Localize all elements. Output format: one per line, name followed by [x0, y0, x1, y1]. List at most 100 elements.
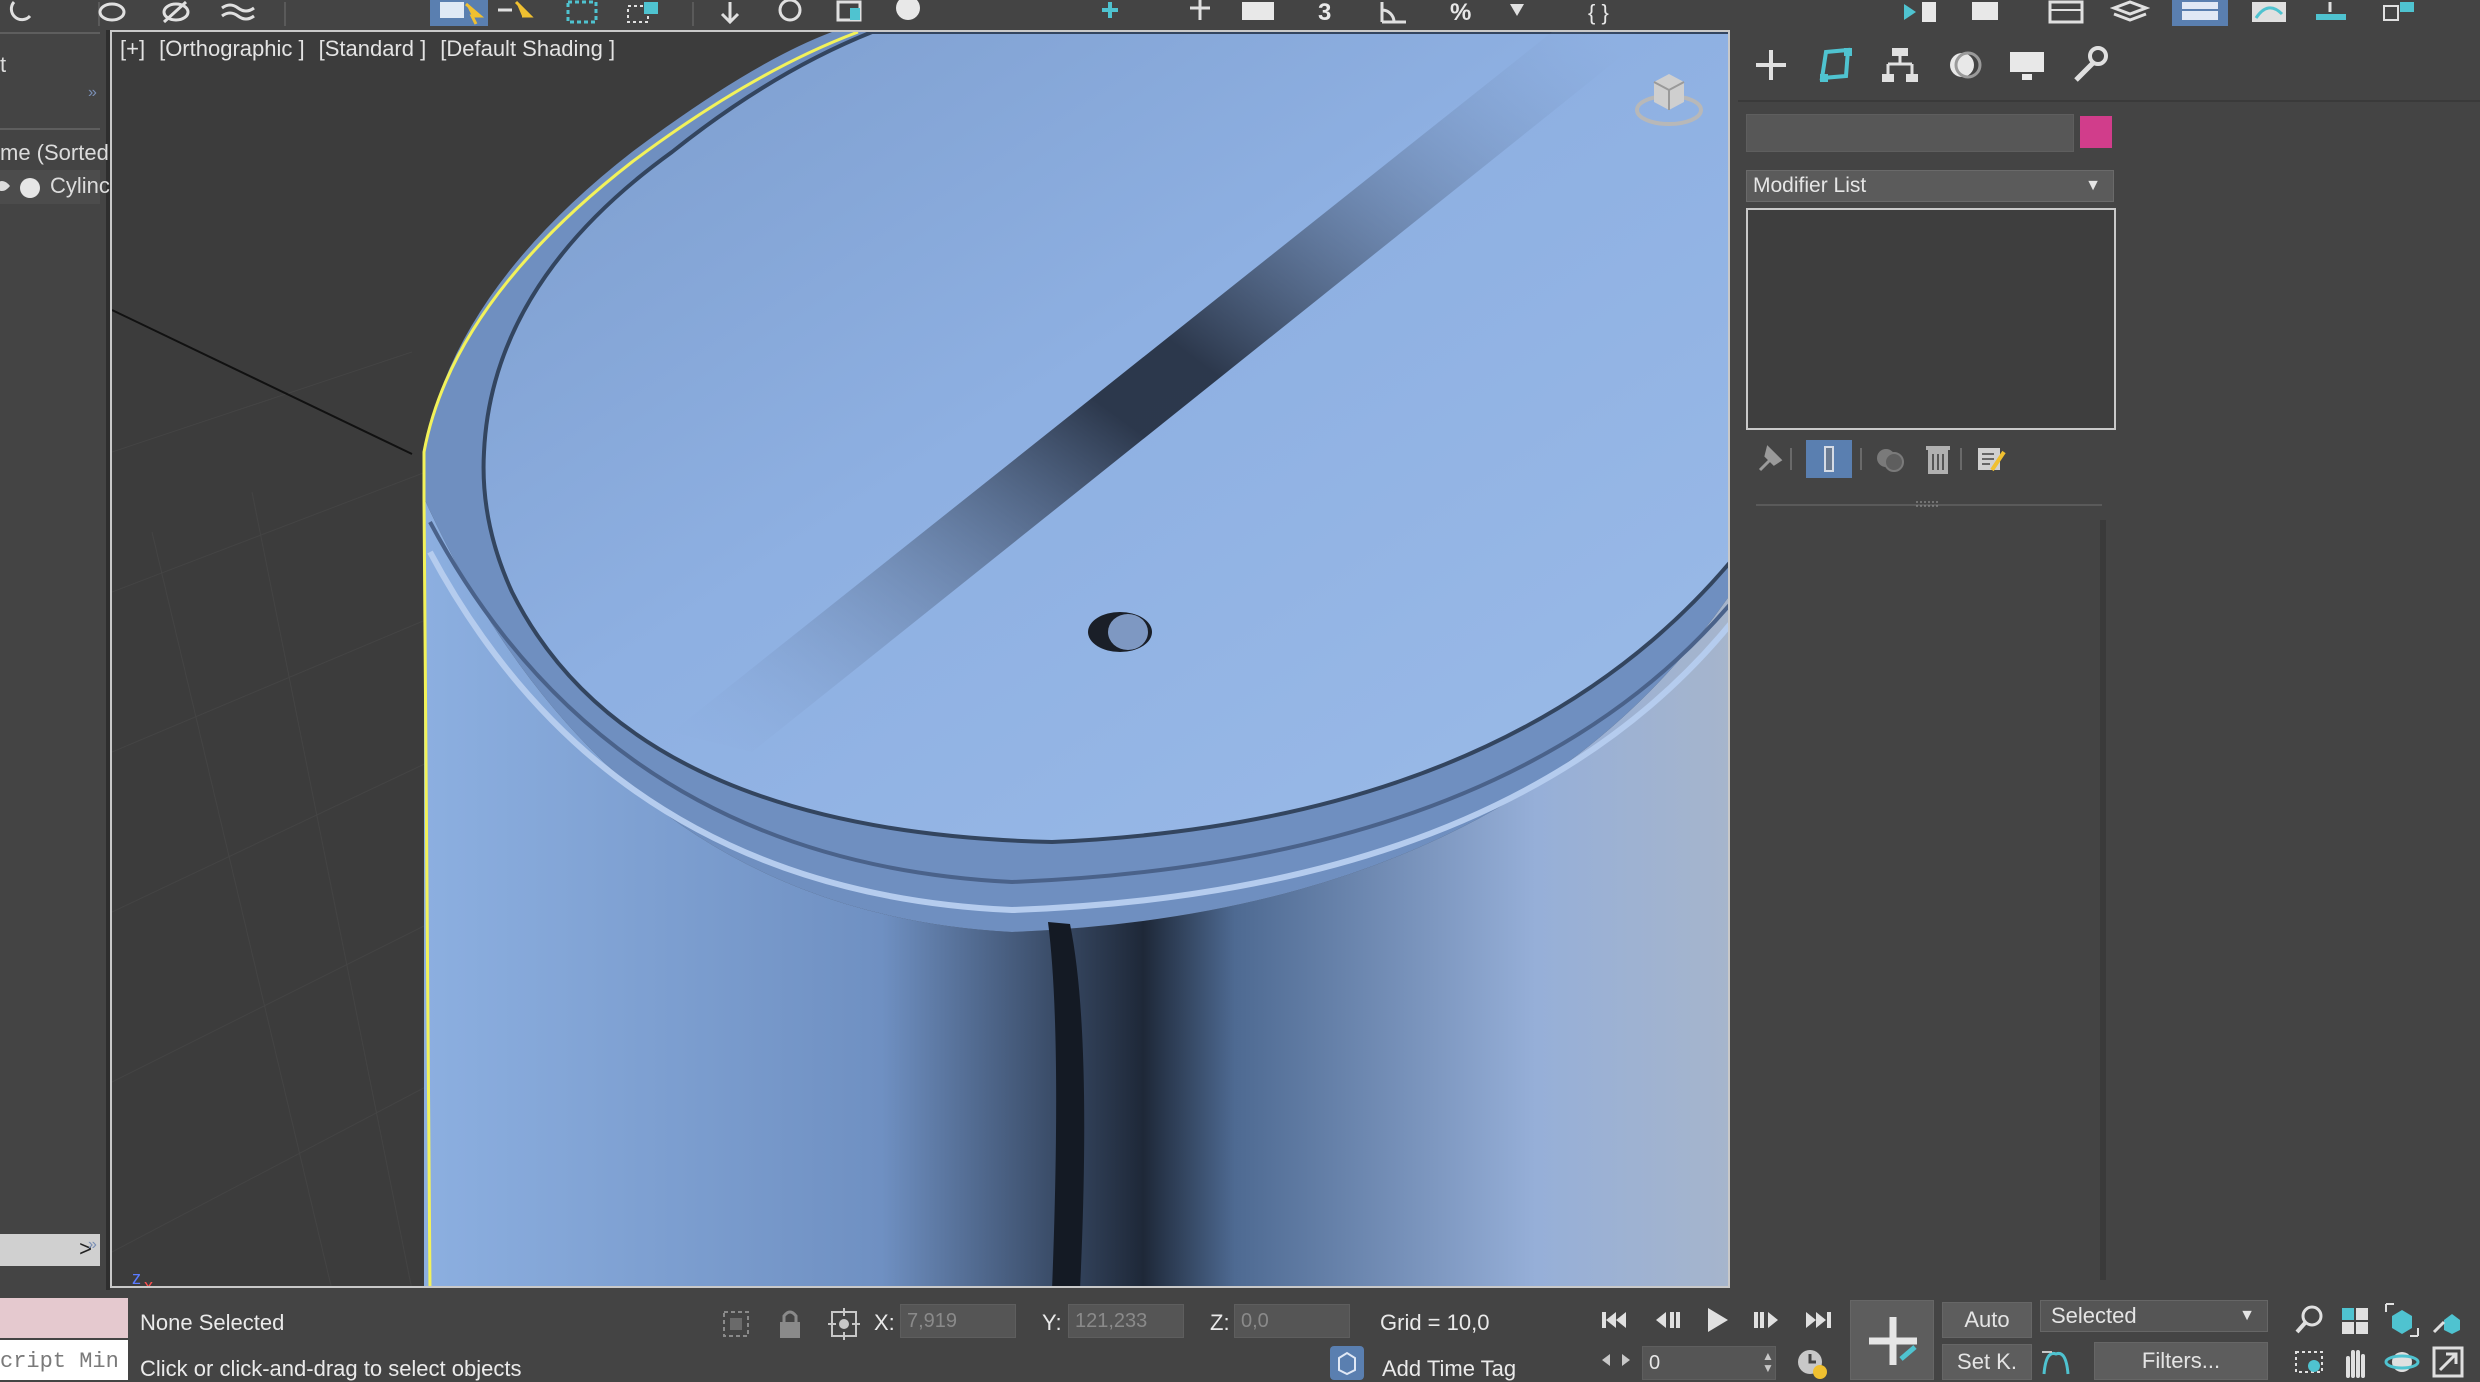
- time-configuration-icon[interactable]: [1794, 1346, 1830, 1382]
- bind-space-warp-icon[interactable]: [218, 0, 258, 26]
- rotate-icon[interactable]: [770, 0, 810, 26]
- spinner-snap-icon[interactable]: [1502, 0, 1542, 26]
- create-icon[interactable]: [1746, 42, 1796, 88]
- rectangular-selection-icon[interactable]: [564, 0, 604, 26]
- make-unique-icon[interactable]: [1872, 440, 1908, 478]
- zoom-all-icon[interactable]: [2338, 1302, 2374, 1338]
- resize-grip-icon[interactable]: [1914, 500, 1940, 508]
- go-to-start-icon[interactable]: [1596, 1302, 1632, 1338]
- expand-icon[interactable]: »: [88, 1236, 97, 1254]
- align-icon[interactable]: [1968, 0, 2008, 26]
- explorer-item-label: Cylinc: [50, 173, 110, 198]
- selection-lock-icon[interactable]: [772, 1306, 808, 1342]
- named-selection-sets-icon[interactable]: { }: [1584, 0, 1624, 26]
- rollout-scrollbar[interactable]: [2100, 520, 2106, 1280]
- sort-column-header[interactable]: me (Sorted: [0, 140, 109, 166]
- pan-icon[interactable]: [2338, 1344, 2374, 1380]
- tool-separator: [1860, 448, 1862, 470]
- pin-stack-icon[interactable]: [1752, 440, 1788, 478]
- viewport-orthographic[interactable]: [+] [Orthographic ] [Standard ] [Default Sh…: [110, 30, 1730, 1288]
- explorer-item-cylinder[interactable]: Cylinc: [0, 170, 110, 204]
- collapse-icon[interactable]: »: [88, 84, 97, 102]
- tool-separator: [1960, 448, 1962, 470]
- field-of-view-icon[interactable]: [2292, 1344, 2328, 1380]
- set-key-mode-button[interactable]: Set K.: [1942, 1344, 2032, 1380]
- play-icon[interactable]: [1698, 1302, 1734, 1338]
- object-color-swatch[interactable]: [2080, 116, 2112, 148]
- window-crossing-icon[interactable]: [624, 0, 664, 26]
- orbit-icon[interactable]: [2384, 1344, 2420, 1380]
- move-icon[interactable]: [710, 0, 750, 26]
- key-filter-selected-dropdown[interactable]: Selected ▼: [2040, 1300, 2268, 1332]
- explorer-divider: [0, 128, 100, 130]
- use-pivot-icon[interactable]: [1092, 0, 1132, 26]
- scale-icon[interactable]: [830, 0, 870, 26]
- select-manipulate-icon[interactable]: [1180, 0, 1220, 26]
- frame-spinner-icon[interactable]: ▲ ▼: [1762, 1350, 1774, 1374]
- scene-explorer-toggle-icon[interactable]: [2046, 0, 2086, 26]
- world-axis-line: [112, 309, 413, 455]
- keyboard-shortcut-icon[interactable]: [1240, 0, 1280, 26]
- viewport-pov-menu[interactable]: [Orthographic ]: [159, 36, 305, 61]
- modify-icon[interactable]: [1810, 42, 1860, 88]
- viewport-label-menu[interactable]: [+] [Orthographic ] [Standard ] [Default Sh…: [120, 36, 629, 62]
- hierarchy-icon[interactable]: [1874, 42, 1924, 88]
- object-name-field[interactable]: [1746, 114, 2074, 152]
- set-key-button[interactable]: [1850, 1300, 1934, 1380]
- link-icon[interactable]: [92, 0, 132, 26]
- remove-modifier-icon[interactable]: [1920, 440, 1956, 478]
- configure-modifier-sets-icon[interactable]: [1972, 440, 2008, 478]
- command-panel-tabs: [1738, 30, 2480, 100]
- viewport-scene[interactable]: [112, 32, 1730, 1288]
- snaps-toggle-icon[interactable]: 3: [1310, 0, 1350, 26]
- auto-key-button[interactable]: Auto: [1942, 1302, 2032, 1338]
- add-time-tag-icon[interactable]: [1330, 1346, 1364, 1380]
- viewport-stage-menu[interactable]: [Standard ]: [319, 36, 427, 61]
- unlink-icon[interactable]: [156, 0, 196, 26]
- explorer-scrollbar[interactable]: >: [0, 1234, 100, 1266]
- maxscript-listener-output[interactable]: [0, 1298, 128, 1338]
- maxscript-mini-listener[interactable]: cript Min: [0, 1340, 128, 1380]
- current-frame-field[interactable]: 0: [1642, 1346, 1776, 1380]
- viewport-plus-menu[interactable]: [+]: [120, 36, 145, 61]
- motion-icon[interactable]: [1938, 42, 1988, 88]
- viewport-shading-menu[interactable]: [Default Shading ]: [440, 36, 615, 61]
- go-to-end-icon[interactable]: [1800, 1302, 1836, 1338]
- material-editor-icon[interactable]: [2380, 0, 2420, 26]
- isolate-selection-icon[interactable]: [718, 1306, 754, 1342]
- axis-x-label: x: [144, 1276, 153, 1288]
- place-icon[interactable]: [890, 0, 930, 26]
- next-frame-icon[interactable]: [1748, 1302, 1784, 1338]
- absolute-mode-transform-icon[interactable]: [826, 1306, 862, 1342]
- key-filters-button[interactable]: Filters...: [2094, 1342, 2268, 1380]
- y-coordinate-field[interactable]: 121,233: [1068, 1304, 1184, 1338]
- select-by-name-icon[interactable]: [494, 0, 534, 26]
- previous-frame-icon[interactable]: [1648, 1302, 1684, 1338]
- utilities-icon[interactable]: [2064, 42, 2114, 88]
- show-end-result-icon[interactable]: [1806, 440, 1852, 478]
- maximize-viewport-icon[interactable]: [2430, 1344, 2466, 1380]
- key-tangent-icon[interactable]: [2038, 1344, 2074, 1380]
- viewcube-icon[interactable]: [1634, 62, 1704, 128]
- visibility-eye-icon[interactable]: [0, 174, 12, 198]
- schematic-view-icon[interactable]: [2312, 0, 2352, 26]
- zoom-extents-icon[interactable]: [2384, 1302, 2420, 1338]
- undo-icon[interactable]: [4, 0, 44, 26]
- key-mode-toggle-icon[interactable]: [1598, 1342, 1634, 1378]
- zoom-icon[interactable]: [2292, 1302, 2328, 1338]
- add-time-tag-label[interactable]: Add Time Tag: [1382, 1356, 1516, 1382]
- display-icon[interactable]: [2002, 42, 2052, 88]
- x-coordinate-field[interactable]: 7,919: [900, 1304, 1016, 1338]
- zoom-extents-all-icon[interactable]: [2430, 1302, 2466, 1338]
- modifier-list-dropdown[interactable]: Modifier List ▼: [1746, 170, 2114, 202]
- modifier-stack[interactable]: [1746, 208, 2116, 430]
- percent-snap-icon[interactable]: %: [1446, 0, 1486, 26]
- layer-explorer-icon[interactable]: [2110, 0, 2150, 26]
- angle-snap-icon[interactable]: [1376, 0, 1416, 26]
- select-object-icon[interactable]: [430, 0, 488, 26]
- mirror-icon[interactable]: [1900, 0, 1940, 26]
- status-bar: cript Min None Selected Click or click-a…: [0, 1292, 2480, 1382]
- curve-editor-icon[interactable]: [2250, 0, 2290, 26]
- ribbon-toggle-icon[interactable]: [2172, 0, 2228, 26]
- z-coordinate-field[interactable]: 0,0: [1234, 1304, 1350, 1338]
